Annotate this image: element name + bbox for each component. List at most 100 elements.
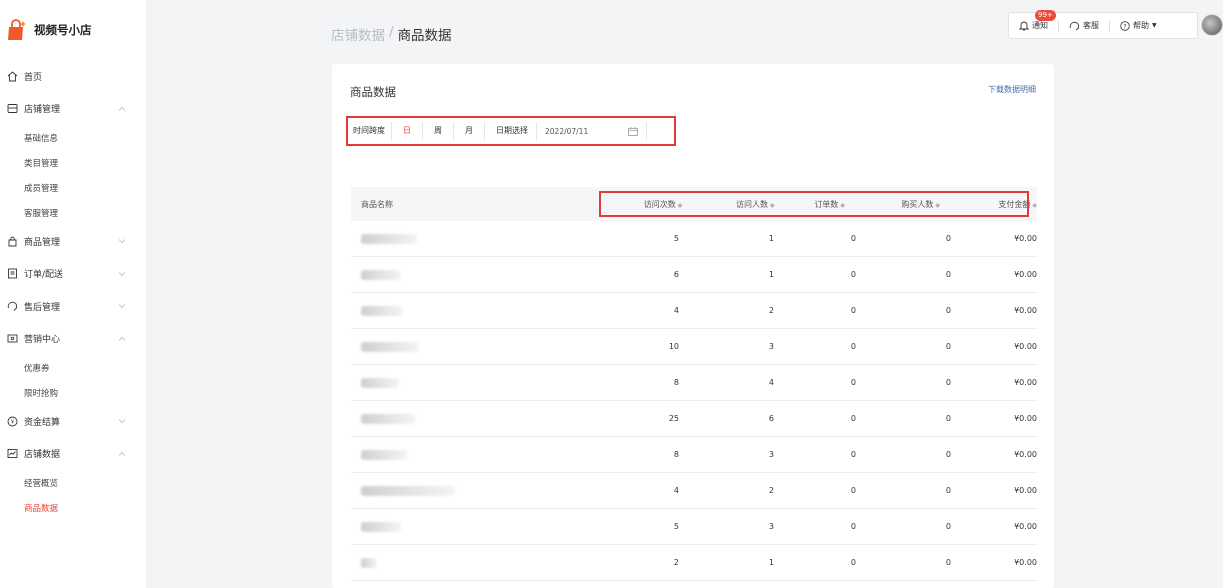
download-data-link[interactable]: 下载数据明细 xyxy=(988,84,1036,95)
cell-visits: 4 xyxy=(673,306,679,315)
sidebar-subitem-5-1[interactable]: 限时抢购 xyxy=(0,380,146,405)
sidebar-item-1[interactable]: 店铺管理 xyxy=(0,93,146,126)
product-name-cell-blurred[interactable] xyxy=(351,413,601,424)
sidebar-subitem-7-1[interactable]: 商品数据 xyxy=(0,495,146,520)
sidebar-subitem-1-1[interactable]: 类目管理 xyxy=(0,150,146,175)
product-name-cell-blurred[interactable] xyxy=(351,449,601,460)
cell-visitors: 2 xyxy=(768,306,774,315)
column-header-orders-label: 订单数 xyxy=(814,199,839,209)
table-row[interactable]: 10 3 0 0 ¥0.00 xyxy=(351,329,1037,365)
blurred-product-name xyxy=(361,269,401,280)
table-row[interactable]: 5 1 0 0 ¥0.00 xyxy=(351,221,1037,257)
chevron-up-icon[interactable] xyxy=(118,450,126,458)
column-header-visits-label: 访问次数 xyxy=(643,199,676,209)
column-header-visitors-label: 访问人数 xyxy=(735,199,768,209)
svg-text:?: ? xyxy=(1123,23,1126,30)
cell-orders: 0 xyxy=(850,342,856,351)
product-name-cell-blurred[interactable] xyxy=(351,557,601,568)
sidebar-item-3[interactable]: 订单/配送 xyxy=(0,258,146,291)
card-title: 商品数据 xyxy=(350,85,396,99)
sidebar-item-4[interactable]: 售后管理 xyxy=(0,290,146,323)
sidebar-item-2[interactable]: 商品管理 xyxy=(0,225,146,258)
sidebar-item-label: 店铺管理 xyxy=(24,105,61,116)
column-header-visitors[interactable]: 访问人数 ◆ xyxy=(682,199,775,210)
product-name-cell-blurred[interactable] xyxy=(351,485,601,496)
blurred-product-name xyxy=(361,557,377,568)
sidebar-subitem-1-2[interactable]: 成员管理 xyxy=(0,175,146,200)
cell-visits: 2 xyxy=(673,558,679,567)
product-name-cell-blurred[interactable] xyxy=(351,269,601,280)
product-data-card: 商品数据 下载数据明细 时间跨度 日 周 月 日期选择 2022/07/11 商… xyxy=(332,64,1054,588)
cell-visits: 8 xyxy=(673,378,679,387)
chevron-down-icon[interactable] xyxy=(118,417,126,425)
product-name-cell-blurred[interactable] xyxy=(351,377,601,388)
chevron-down-icon[interactable] xyxy=(118,302,126,310)
caret-down-icon: ▼ xyxy=(1152,22,1157,29)
table-header: 商品名称 访问次数 ◆ 访问人数 ◆ 订单数 ◆ 购买人数 ◆ 支付金额 ◆ xyxy=(351,187,1037,221)
service-button[interactable]: 客服 xyxy=(1059,20,1109,31)
column-header-buyers-label: 购买人数 xyxy=(901,199,934,209)
date-picker-input[interactable]: 2022/07/11 xyxy=(537,122,647,140)
blurred-product-name xyxy=(361,377,399,388)
cell-orders: 0 xyxy=(850,270,856,279)
order-icon xyxy=(6,268,18,280)
date-picker-label: 日期选择 xyxy=(485,122,537,140)
sidebar-subitem-5-0[interactable]: 优惠券 xyxy=(0,355,146,380)
table-row[interactable]: 25 6 0 0 ¥0.00 xyxy=(351,401,1037,437)
granularity-option-day[interactable]: 日 xyxy=(392,122,423,140)
store-icon xyxy=(6,103,18,115)
column-header-amount[interactable]: 支付金额 ◆ xyxy=(940,199,1037,210)
product-name-cell-blurred[interactable] xyxy=(351,305,601,316)
table-row[interactable]: 8 4 0 0 ¥0.00 xyxy=(351,365,1037,401)
product-name-cell-blurred[interactable] xyxy=(351,341,601,352)
sidebar-item-7[interactable]: 店铺数据 xyxy=(0,438,146,471)
home-icon xyxy=(6,70,18,82)
sidebar-menu: 首页店铺管理基础信息 类目管理 成员管理 客服管理商品管理订单/配送售后管理 营销中心优… xyxy=(0,60,146,520)
coupon-icon xyxy=(6,333,18,345)
table-row[interactable]: 4 2 0 0 ¥0.00 xyxy=(351,293,1037,329)
breadcrumb-parent[interactable]: 店铺数据 xyxy=(331,24,385,44)
sidebar-subitem-7-0[interactable]: 经营概览 xyxy=(0,470,146,495)
column-header-visits[interactable]: 访问次数 ◆ xyxy=(637,199,683,210)
notice-label: 通知 xyxy=(1032,21,1048,30)
sidebar-subitem-1-0[interactable]: 基础信息 xyxy=(0,125,146,150)
table-row[interactable]: 8 3 0 0 ¥0.00 xyxy=(351,437,1037,473)
cell-visitors: 2 xyxy=(768,486,774,495)
user-avatar[interactable] xyxy=(1201,14,1223,36)
sidebar: 视频号小店 首页店铺管理基础信息 类目管理 成员管理 客服管理商品管理订单/配送售后管… xyxy=(0,0,146,588)
sidebar-item-5[interactable]: 营销中心 xyxy=(0,323,146,356)
table-row[interactable]: 4 2 0 0 ¥0.00 xyxy=(351,473,1037,509)
table-row[interactable]: 2 1 0 0 ¥0.00 xyxy=(351,545,1037,581)
chevron-down-icon[interactable] xyxy=(118,237,126,245)
column-header-buyers[interactable]: 购买人数 ◆ xyxy=(845,199,940,210)
table-body: 5 1 0 0 ¥0.00 6 1 0 0 ¥0.00 4 2 0 0 ¥0.00 10 3 0 0 ¥0.00 8 4 0… xyxy=(351,221,1037,581)
shopping-bag-logo-icon xyxy=(8,19,26,40)
help-label: 帮助 xyxy=(1133,21,1149,30)
sort-icon: ◆ xyxy=(1032,201,1037,209)
table-row[interactable]: 5 3 0 0 ¥0.00 xyxy=(351,509,1037,545)
product-name-cell-blurred[interactable] xyxy=(351,233,601,244)
cell-buyers: 0 xyxy=(945,234,951,243)
chevron-up-icon[interactable] xyxy=(118,105,126,113)
sidebar-item-label: 商品管理 xyxy=(24,237,61,248)
product-name-cell-blurred[interactable] xyxy=(351,521,601,532)
cell-amount: ¥0.00 xyxy=(1014,342,1037,351)
svg-text:¥: ¥ xyxy=(10,419,14,425)
blurred-product-name xyxy=(361,305,403,316)
sidebar-item-label: 订单/配送 xyxy=(24,270,64,281)
granularity-option-month[interactable]: 月 xyxy=(454,122,485,140)
app-logo[interactable]: 视频号小店 xyxy=(0,0,146,60)
table-row[interactable]: 6 1 0 0 ¥0.00 xyxy=(351,257,1037,293)
granularity-option-week[interactable]: 周 xyxy=(423,122,454,140)
column-header-orders[interactable]: 订单数 ◆ xyxy=(775,199,845,210)
notice-button[interactable]: 通知 99+ xyxy=(1009,10,1058,31)
chevron-down-icon[interactable] xyxy=(118,270,126,278)
chevron-up-icon[interactable] xyxy=(118,335,126,343)
breadcrumb: 店铺数据 / 商品数据 xyxy=(331,24,452,44)
cell-visitors: 1 xyxy=(768,234,774,243)
sidebar-item-0[interactable]: 首页 xyxy=(0,60,146,93)
sidebar-item-6[interactable]: ¥ 资金结算 xyxy=(0,405,146,438)
help-dropdown[interactable]: ? 帮助 ▼ xyxy=(1110,20,1167,31)
cell-orders: 0 xyxy=(850,414,856,423)
sidebar-subitem-1-3[interactable]: 客服管理 xyxy=(0,200,146,225)
